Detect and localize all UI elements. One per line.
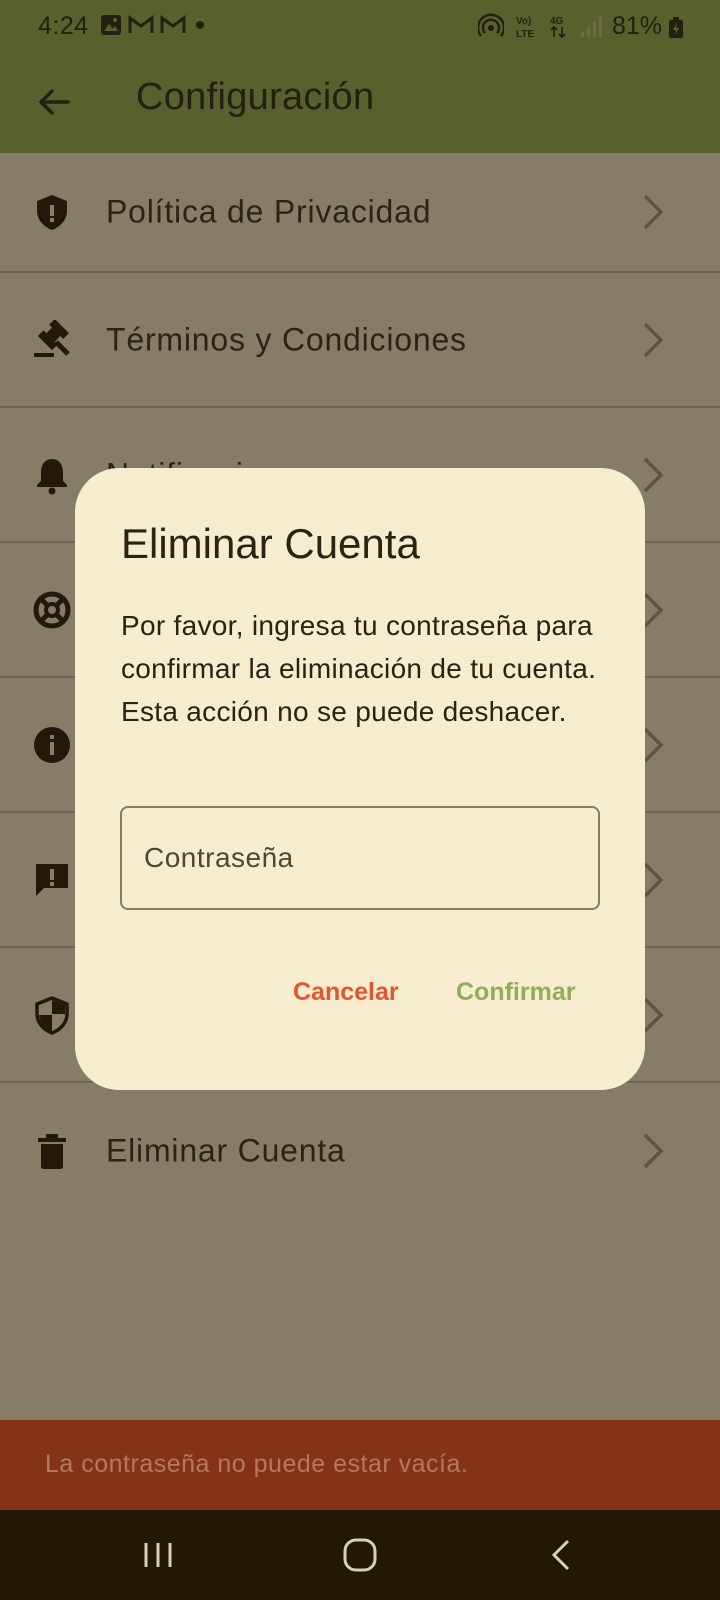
settings-item-delete-account[interactable]: Eliminar Cuenta xyxy=(0,1083,720,1218)
dialog-message: Por favor, ingresa tu contraseña para co… xyxy=(121,610,597,727)
system-icons: Vo) LTE 4G xyxy=(478,13,602,39)
lifebuoy-icon xyxy=(33,591,71,628)
hotspot-icon xyxy=(478,13,504,37)
svg-text:LTE: LTE xyxy=(516,29,534,39)
settings-item-privacy-policy[interactable]: Política de Privacidad xyxy=(0,153,720,273)
error-snackbar: La contraseña no puede estar vacía. xyxy=(0,1420,720,1510)
security-shield-icon xyxy=(35,995,69,1035)
battery-percent: 81% xyxy=(611,12,662,40)
shield-icon xyxy=(37,195,67,230)
settings-item-label: Política de Privacidad xyxy=(106,193,432,230)
chevron-right-icon xyxy=(643,322,664,357)
4g-icon: 4G xyxy=(550,16,566,39)
password-field[interactable] xyxy=(120,806,600,910)
snackbar-message: La contraseña no puede estar vacía. xyxy=(45,1450,469,1478)
gallery-icon xyxy=(101,15,121,35)
notification-icons xyxy=(100,14,208,36)
settings-item-label: Términos y Condiciones xyxy=(106,321,467,357)
gmail-icon xyxy=(128,15,154,33)
delete-account-dialog: Eliminar Cuenta Por favor, ingresa tu co… xyxy=(75,468,645,1090)
svg-text:4G: 4G xyxy=(550,16,564,27)
gavel-icon xyxy=(34,319,70,357)
settings-item-terms[interactable]: Términos y Condiciones xyxy=(0,273,720,408)
gmail-icon xyxy=(160,15,186,33)
info-icon xyxy=(34,726,70,763)
bell-icon xyxy=(37,458,67,494)
dot-icon xyxy=(196,21,204,29)
chevron-right-icon xyxy=(643,1133,664,1168)
chevron-right-icon xyxy=(643,194,664,230)
cancel-button[interactable]: Cancelar xyxy=(293,978,399,1007)
app-bar: Configuración xyxy=(0,52,720,153)
back-arrow-icon[interactable] xyxy=(34,82,74,122)
feedback-icon xyxy=(36,863,68,896)
confirm-button[interactable]: Confirmar xyxy=(456,978,575,1007)
chevron-right-icon xyxy=(643,457,664,492)
dialog-title: Eliminar Cuenta xyxy=(121,520,420,567)
recent-apps-icon[interactable] xyxy=(138,1535,178,1575)
settings-item-label: Eliminar Cuenta xyxy=(106,1132,346,1168)
volte-icon: Vo) LTE xyxy=(516,16,534,39)
status-time: 4:24 xyxy=(38,12,89,40)
svg-text:Vo): Vo) xyxy=(516,16,531,27)
battery-charging-icon xyxy=(669,17,683,38)
trash-icon xyxy=(38,1133,66,1169)
back-icon[interactable] xyxy=(542,1535,582,1575)
page-title: Configuración xyxy=(136,76,375,118)
status-bar: 4:24 Vo) LTE 4G 81% xyxy=(0,0,720,52)
signal-icon xyxy=(581,16,602,37)
home-icon[interactable] xyxy=(340,1535,380,1575)
system-nav-bar xyxy=(0,1510,720,1600)
